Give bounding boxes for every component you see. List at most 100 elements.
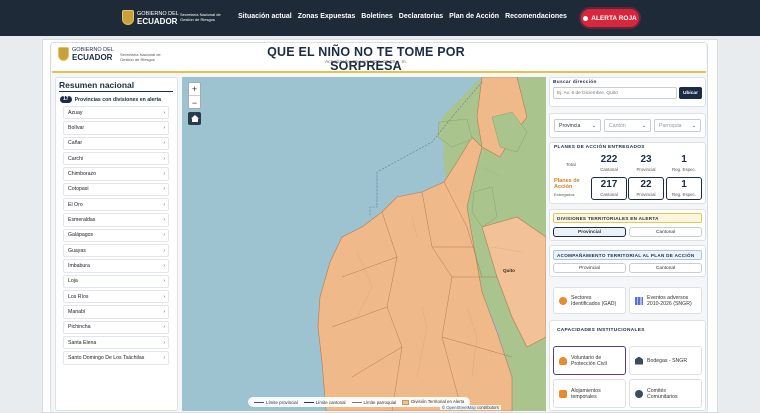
chevron-right-icon: › bbox=[163, 339, 165, 346]
delivered-sublabel: Entregados bbox=[554, 192, 575, 197]
chevron-right-icon: › bbox=[163, 354, 165, 361]
nav-zonas-expuestas[interactable]: Zonas Expuestas bbox=[298, 13, 356, 20]
location-pin-icon bbox=[559, 296, 567, 305]
bed-icon bbox=[559, 389, 567, 398]
action-plans-title: PLANES DE ACCIÓN ENTREGADOS bbox=[554, 145, 645, 150]
nav-declaratorias[interactable]: Declaratorias bbox=[399, 13, 443, 20]
red-alert-button[interactable]: ALERTA ROJA bbox=[581, 9, 639, 27]
province-label: Chimborazo bbox=[68, 171, 96, 177]
province-select[interactable]: Provincia ⌄ bbox=[554, 119, 601, 132]
province-item[interactable]: Guayas › bbox=[63, 243, 169, 258]
province-item[interactable]: Azuay › bbox=[63, 106, 169, 120]
province-label: Imbabura bbox=[68, 262, 90, 269]
chevron-right-icon: › bbox=[163, 109, 165, 116]
home-extent-button[interactable] bbox=[188, 112, 201, 125]
province-item[interactable]: Cotopaxi › bbox=[63, 182, 169, 197]
province-item[interactable]: Santa Elena › bbox=[63, 335, 169, 350]
total-cantonal-label: Cantonal bbox=[600, 167, 618, 172]
nav-boletines[interactable]: Boletines bbox=[361, 13, 393, 20]
map-canvas bbox=[317, 77, 546, 411]
total-provincial-label: Provincial bbox=[636, 167, 656, 172]
community-committees-tile[interactable]: Comités Comunitarios bbox=[629, 379, 702, 408]
accompaniment-cantonal-toggle[interactable]: Cantonal bbox=[629, 263, 702, 273]
legend-provincial: Límite provincial bbox=[254, 400, 298, 405]
chevron-right-icon: › bbox=[163, 125, 165, 132]
nav-plan-de-accion[interactable]: Plan de Acción bbox=[449, 13, 499, 20]
province-item[interactable]: Los Ríos › bbox=[63, 289, 169, 304]
locate-button[interactable]: Ubicar bbox=[679, 87, 702, 99]
province-label: Los Ríos bbox=[68, 293, 89, 300]
home-icon bbox=[190, 115, 199, 122]
province-item[interactable]: Santo Domingo De Los Tsáchilas › bbox=[63, 351, 169, 365]
province-label: Galápagos bbox=[68, 232, 94, 239]
divisions-provincial-toggle[interactable]: Provincial bbox=[553, 227, 626, 237]
province-label: Carchi bbox=[68, 155, 83, 162]
chevron-right-icon: › bbox=[163, 293, 165, 300]
header-government-logo: GOBIERNO DEL ECUADOR bbox=[58, 47, 114, 62]
province-item[interactable]: Chimborazo › bbox=[63, 167, 169, 181]
province-label: Pichincha bbox=[68, 324, 91, 331]
divisions-cantonal-toggle[interactable]: Cantonal bbox=[629, 227, 702, 237]
accompaniment-provincial-toggle[interactable]: Provincial bbox=[553, 263, 626, 273]
osm-link[interactable]: OpenStreetMap bbox=[446, 405, 476, 410]
government-logo[interactable]: GOBIERNO DEL ECUADOR bbox=[122, 10, 179, 25]
canton-select[interactable]: Cantón ⌄ bbox=[604, 119, 651, 132]
map-attribution: © OpenStreetMap contributors bbox=[440, 405, 501, 410]
secretariat-name: Secretaría Nacional de Gestión de Riesgo… bbox=[180, 12, 221, 22]
chevron-right-icon: › bbox=[163, 201, 165, 208]
total-special-label: Reg. Espec. bbox=[672, 167, 696, 172]
province-item[interactable]: Imbabura › bbox=[63, 259, 169, 273]
capacities-title: CAPACIDADES INSTITUCIONALES bbox=[557, 328, 645, 333]
zoom-in-button[interactable]: + bbox=[189, 83, 200, 96]
shelters-tile[interactable]: Alojamientos temporales bbox=[553, 379, 626, 408]
province-label: Santo Domingo De Los Tsáchilas bbox=[68, 354, 145, 361]
province-item[interactable]: Manabí › bbox=[63, 305, 169, 319]
province-item[interactable]: Esmeraldas › bbox=[63, 213, 169, 227]
divisions-title: DIVISIONES TERRITORIALES EN ALERTA bbox=[553, 213, 702, 223]
events-layer-tile[interactable]: Eventos adversos 2010-2026 (SNGR) bbox=[629, 287, 702, 314]
total-label: Total bbox=[566, 162, 576, 167]
chevron-right-icon: › bbox=[163, 232, 165, 239]
top-navbar: GOBIERNO DEL ECUADOR Secretaría Nacional… bbox=[0, 0, 760, 36]
province-item[interactable]: El Oro › bbox=[63, 197, 169, 212]
delivered-label: Planes de Acción bbox=[554, 178, 580, 190]
logo-line-2: ECUADOR bbox=[137, 16, 178, 26]
province-item[interactable]: Bolívar › bbox=[63, 121, 169, 135]
province-item[interactable]: Galápagos › bbox=[63, 228, 169, 243]
sectors-layer-tile[interactable]: Sectores Identificados (GAD) bbox=[553, 287, 626, 314]
volunteers-tile[interactable]: Voluntario de Protección Civil bbox=[553, 346, 626, 375]
province-item[interactable]: Pichincha › bbox=[63, 320, 169, 334]
province-label: Esmeraldas bbox=[68, 216, 96, 223]
parish-select-value: Parroquia bbox=[659, 122, 682, 129]
map-view[interactable] bbox=[182, 77, 546, 411]
header-coat-of-arms-icon bbox=[58, 47, 69, 61]
community-icon bbox=[635, 389, 643, 398]
parish-select[interactable]: Parroquia ⌄ bbox=[654, 119, 701, 132]
alert-dot-icon bbox=[583, 15, 589, 21]
warehouses-label: Bodegas - SNGR bbox=[647, 357, 688, 364]
map-place-label: Quito bbox=[503, 268, 515, 273]
chevron-right-icon: › bbox=[163, 308, 165, 315]
sectors-layer-label: Sectores Identificados (GAD) bbox=[571, 294, 617, 307]
province-list: Azuay › Bolívar › Cañar › Carchi › Chimborazo › Co… bbox=[63, 106, 169, 367]
province-label: El Oro bbox=[68, 201, 83, 208]
chevron-down-icon: ⌄ bbox=[591, 122, 596, 129]
province-label: Manabí bbox=[68, 308, 86, 315]
delivered-provincial-label: Provincial bbox=[636, 192, 656, 197]
count-label: Provincias con divisiones en alerta bbox=[74, 96, 162, 103]
province-item[interactable]: Cañar › bbox=[63, 136, 169, 151]
nav-recomendaciones[interactable]: Recomendaciones bbox=[505, 13, 567, 20]
warehouses-tile[interactable]: Bodegas - SNGR bbox=[629, 346, 702, 375]
delivered-cantonal-value: 217 bbox=[600, 179, 618, 190]
zoom-out-button[interactable]: − bbox=[189, 96, 200, 109]
volunteers-label: Voluntario de Protección Civil bbox=[571, 354, 607, 367]
national-summary-title: Resumen nacional bbox=[59, 80, 135, 90]
province-label: Cotopaxi bbox=[68, 186, 89, 193]
legend-cantonal: Límite cantonal bbox=[303, 400, 346, 405]
address-search-input[interactable]: Ej: Av. 6 de Diciembre, Quito bbox=[553, 87, 677, 99]
province-item[interactable]: Loja › bbox=[63, 274, 169, 288]
province-label: Bolívar bbox=[68, 125, 85, 132]
count-badge: 17 bbox=[60, 96, 72, 103]
province-item[interactable]: Carchi › bbox=[63, 151, 169, 166]
nav-situacion-actual[interactable]: Situación actual bbox=[238, 13, 292, 20]
